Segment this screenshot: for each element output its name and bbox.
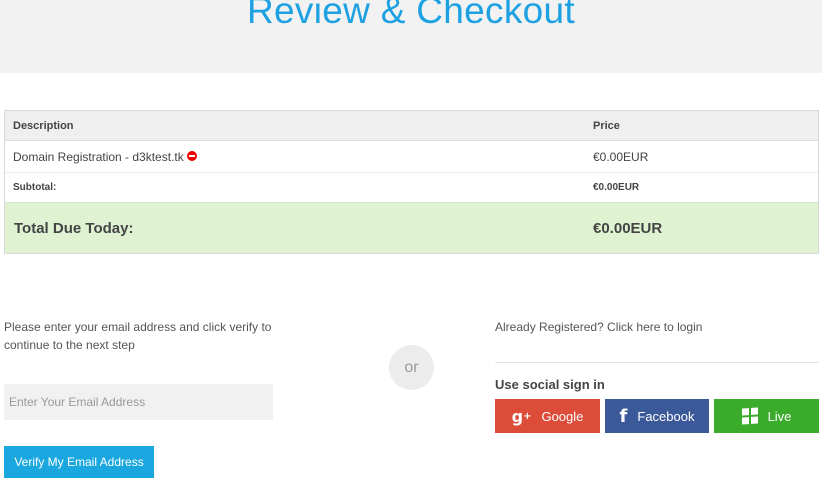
price-column-header: Price [593, 119, 620, 132]
total-label: Total Due Today: [14, 219, 134, 237]
total-value: €0.00EUR [593, 219, 663, 237]
cart-header-row: Description Price [5, 111, 818, 141]
verify-email-button[interactable]: Verify My Email Address [4, 446, 154, 478]
email-input[interactable] [4, 384, 273, 420]
divider [495, 362, 819, 363]
item-description-cell: Domain Registration - d3ktest.tk [5, 150, 589, 164]
item-price: €0.00EUR [593, 149, 649, 164]
subtotal-row: Subtotal: €0.00EUR [5, 173, 818, 203]
google-plus-icon: g + [511, 406, 532, 426]
cart-table: Description Price Domain Registration - … [4, 110, 819, 254]
description-column-header: Description [13, 119, 74, 132]
page-header: Review & Checkout [0, 0, 822, 73]
total-row: Total Due Today: €0.00EUR [5, 203, 818, 253]
login-link[interactable]: Already Registered? Click here to login [495, 318, 702, 336]
live-button-label: Live [767, 408, 792, 424]
windows-live-icon [741, 407, 758, 425]
verify-instructions: Please enter your email address and clic… [4, 320, 272, 352]
facebook-button-label: Facebook [637, 408, 695, 424]
remove-item-icon[interactable] [186, 151, 197, 162]
subtotal-value: €0.00EUR [593, 182, 640, 193]
google-sign-in-button[interactable]: g + Google [495, 399, 600, 433]
facebook-icon: f [619, 405, 628, 427]
live-sign-in-button[interactable]: Live [714, 399, 819, 433]
google-button-label: Google [541, 408, 584, 424]
social-sign-in-title: Use social sign in [495, 377, 605, 392]
item-description: Domain Registration - d3ktest.tk [13, 149, 184, 164]
or-separator: or [389, 345, 434, 390]
subtotal-label: Subtotal: [13, 182, 57, 193]
cart-item-row: Domain Registration - d3ktest.tk €0.00EU… [5, 141, 818, 173]
page-title: Review & Checkout [247, 0, 575, 31]
facebook-sign-in-button[interactable]: f Facebook [605, 399, 709, 433]
